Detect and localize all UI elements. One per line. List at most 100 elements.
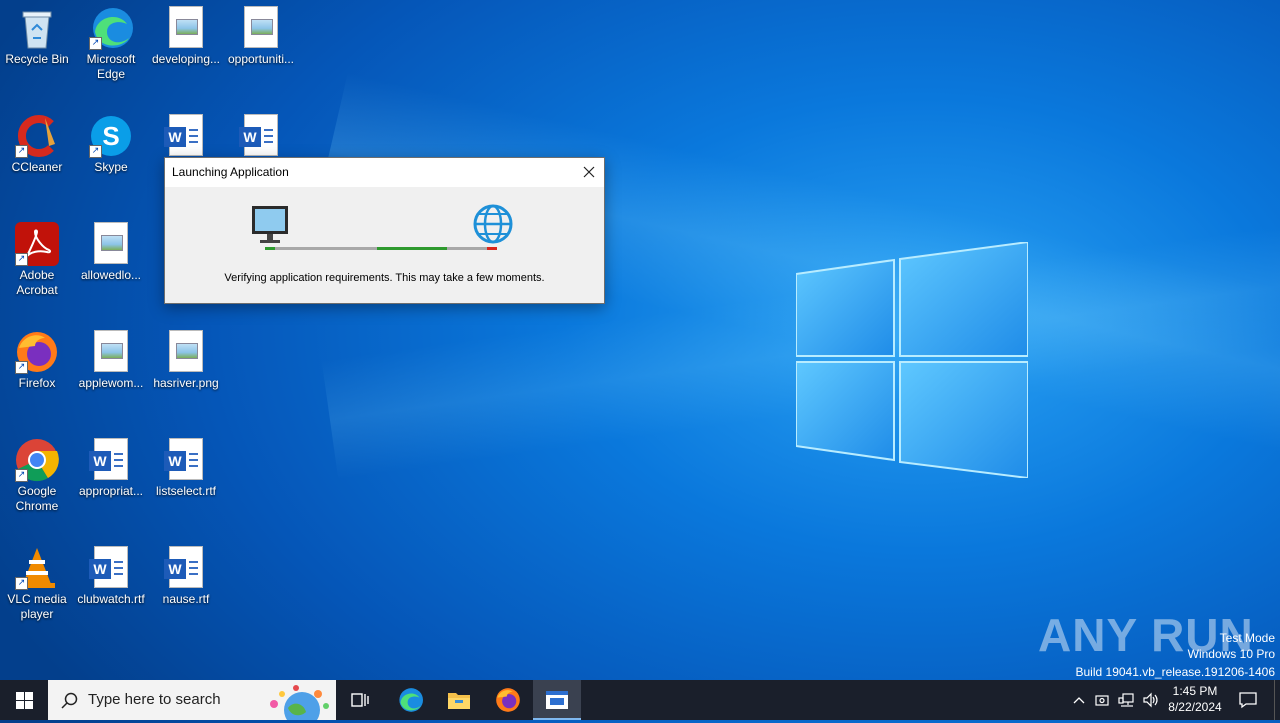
windows-start-icon bbox=[15, 691, 33, 709]
task-view-button[interactable] bbox=[336, 680, 384, 720]
desktop-icon-label: applewom... bbox=[78, 376, 144, 390]
tray-volume-button[interactable] bbox=[1140, 680, 1162, 720]
acrobat-icon: ↗ bbox=[15, 222, 59, 266]
desktop-icon-allowedlo[interactable]: allowedlo... bbox=[74, 216, 148, 283]
desktop-icon-label: Google Chrome bbox=[15, 484, 59, 513]
desktop: Recycle Bin ↗ CCleaner ↗ Adobe Acrobat ↗… bbox=[0, 0, 1280, 680]
application-window-icon bbox=[546, 691, 568, 709]
ccleaner-icon: ↗ bbox=[15, 114, 59, 158]
close-icon bbox=[583, 166, 595, 178]
desktop-icon-label: opportuniti... bbox=[227, 52, 295, 66]
edge-icon: ↗ bbox=[89, 6, 133, 50]
taskbar-search-box[interactable]: Type here to search bbox=[48, 680, 336, 720]
test-mode-label: Test Mode bbox=[1219, 631, 1275, 645]
build-label: Build 19041.vb_release.191206-1406 bbox=[1075, 665, 1276, 679]
desktop-icon-word-doc[interactable]: W bbox=[224, 108, 298, 160]
shortcut-arrow-icon: ↗ bbox=[15, 361, 28, 374]
shortcut-arrow-icon: ↗ bbox=[15, 145, 28, 158]
desktop-icon-listselect[interactable]: W listselect.rtf bbox=[149, 432, 223, 499]
desktop-icon-appropriat[interactable]: W appropriat... bbox=[74, 432, 148, 499]
computer-icon bbox=[252, 206, 288, 243]
word-file-icon: W bbox=[164, 438, 208, 482]
network-icon bbox=[1118, 693, 1134, 707]
taskbar-edge-button[interactable] bbox=[386, 680, 434, 720]
connection-line bbox=[265, 247, 497, 250]
show-hidden-icons-button[interactable] bbox=[1068, 680, 1090, 720]
close-button[interactable] bbox=[574, 158, 604, 187]
image-file-icon bbox=[164, 330, 208, 374]
desktop-icon-adobe-acrobat[interactable]: ↗ Adobe Acrobat bbox=[0, 216, 74, 298]
taskbar-launcher-app-button[interactable] bbox=[533, 680, 581, 720]
taskbar-firefox-button[interactable] bbox=[484, 680, 532, 720]
desktop-icon-firefox[interactable]: ↗ Firefox bbox=[0, 324, 74, 391]
search-placeholder: Type here to search bbox=[88, 691, 221, 708]
desktop-icon-vlc[interactable]: ↗ VLC media player bbox=[0, 540, 74, 622]
desktop-icon-label: Skype bbox=[94, 160, 128, 174]
task-view-icon bbox=[351, 693, 369, 707]
desktop-icon-label: allowedlo... bbox=[80, 268, 142, 282]
dialog-status-message: Verifying application requirements. This… bbox=[224, 272, 545, 284]
folder-icon bbox=[448, 693, 470, 709]
firefox-icon bbox=[496, 688, 520, 712]
show-desktop-button[interactable] bbox=[1274, 680, 1280, 720]
desktop-icon-label: listselect.rtf bbox=[155, 484, 216, 498]
desktop-icon-opportuniti[interactable]: opportuniti... bbox=[224, 0, 298, 67]
search-icon bbox=[61, 692, 78, 709]
desktop-icon-nause[interactable]: W nause.rtf bbox=[149, 540, 223, 607]
desktop-icon-developing[interactable]: developing... bbox=[149, 0, 223, 67]
desktop-icon-label: clubwatch.rtf bbox=[77, 592, 145, 606]
shortcut-arrow-icon: ↗ bbox=[89, 37, 102, 50]
desktop-icon-label: hasriver.png bbox=[153, 376, 219, 390]
desktop-icon-recycle-bin[interactable]: Recycle Bin bbox=[0, 0, 74, 67]
chevron-up-icon bbox=[1073, 697, 1085, 704]
vlc-cone-icon: ↗ bbox=[15, 546, 59, 590]
shortcut-arrow-icon: ↗ bbox=[89, 145, 102, 158]
dialog-titlebar[interactable]: Launching Application bbox=[165, 158, 604, 187]
tray-meet-now-button[interactable] bbox=[1092, 680, 1114, 720]
camera-tray-icon bbox=[1095, 695, 1109, 706]
word-file-icon: W bbox=[239, 114, 283, 158]
desktop-icon-google-chrome[interactable]: ↗ Google Chrome bbox=[0, 432, 74, 514]
shortcut-arrow-icon: ↗ bbox=[15, 577, 28, 590]
recycle-bin-icon bbox=[15, 6, 59, 50]
connection-progress-graphic bbox=[252, 204, 513, 250]
search-highlight-globe-icon bbox=[270, 685, 329, 720]
desktop-icon-microsoft-edge[interactable]: ↗ Microsoft Edge bbox=[74, 0, 148, 82]
dialog-title: Launching Application bbox=[172, 165, 289, 179]
desktop-icon-label: Adobe Acrobat bbox=[16, 268, 58, 297]
word-file-icon: W bbox=[164, 546, 208, 590]
desktop-icon-label: nause.rtf bbox=[162, 592, 210, 606]
desktop-icon-label: appropriat... bbox=[78, 484, 144, 498]
taskbar-file-explorer-button[interactable] bbox=[435, 680, 483, 720]
firefox-icon: ↗ bbox=[15, 330, 59, 374]
taskbar: Type here to search 1:45 PM 8/22/2024 bbox=[0, 680, 1280, 720]
shortcut-arrow-icon: ↗ bbox=[15, 253, 28, 266]
notification-icon bbox=[1239, 692, 1257, 709]
edge-icon bbox=[399, 688, 423, 712]
skype-icon: S ↗ bbox=[89, 114, 133, 158]
desktop-icon-clubwatch[interactable]: W clubwatch.rtf bbox=[74, 540, 148, 607]
image-file-icon bbox=[89, 330, 133, 374]
shortcut-arrow-icon: ↗ bbox=[15, 469, 28, 482]
word-file-icon: W bbox=[89, 438, 133, 482]
tray-network-button[interactable] bbox=[1116, 680, 1138, 720]
desktop-icon-applewom[interactable]: applewom... bbox=[74, 324, 148, 391]
desktop-icon-ccleaner[interactable]: ↗ CCleaner bbox=[0, 108, 74, 175]
desktop-icon-label: CCleaner bbox=[11, 160, 63, 174]
windows-edition-label: Windows 10 Pro bbox=[1187, 647, 1275, 661]
desktop-icon-label: VLC media player bbox=[7, 592, 67, 621]
desktop-icon-hasriver[interactable]: hasriver.png bbox=[149, 324, 223, 391]
globe-icon bbox=[473, 204, 513, 244]
speaker-icon bbox=[1143, 692, 1158, 708]
clock-time: 1:45 PM bbox=[1172, 684, 1218, 698]
taskbar-clock[interactable]: 1:45 PM 8/22/2024 bbox=[1166, 680, 1224, 723]
start-button[interactable] bbox=[0, 680, 48, 720]
launching-application-dialog: Launching Application Verifying applicat… bbox=[164, 157, 605, 304]
chrome-icon: ↗ bbox=[15, 438, 59, 482]
desktop-icon-label: developing... bbox=[151, 52, 221, 66]
desktop-icon-label: Microsoft Edge bbox=[86, 52, 136, 81]
desktop-icon-skype[interactable]: S ↗ Skype bbox=[74, 108, 148, 175]
svg-text:S: S bbox=[102, 121, 119, 151]
windows-logo bbox=[796, 242, 1028, 478]
action-center-button[interactable] bbox=[1228, 680, 1268, 720]
